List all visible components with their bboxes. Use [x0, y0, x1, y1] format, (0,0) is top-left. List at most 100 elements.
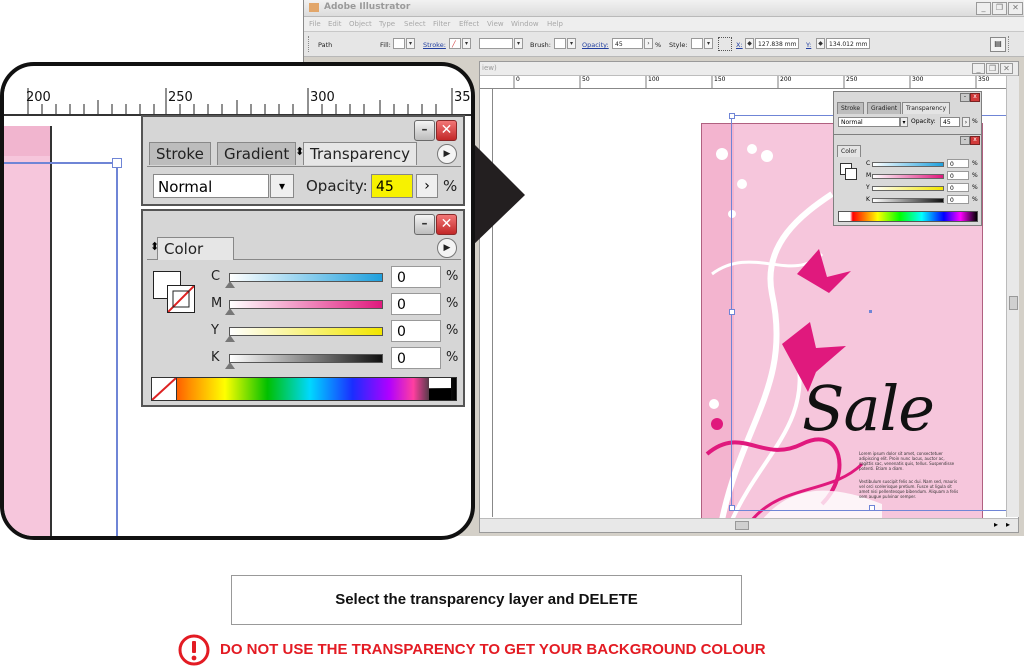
- x-label[interactable]: X:: [736, 41, 743, 49]
- menu-filter[interactable]: Filter: [433, 20, 450, 28]
- mini-cyan-input[interactable]: 0: [947, 159, 969, 168]
- style-dropdown[interactable]: ▾: [704, 38, 713, 49]
- mini-tab-gradient[interactable]: Gradient: [867, 102, 902, 114]
- opacity-stepper[interactable]: ›: [416, 174, 438, 198]
- stroke-swatch[interactable]: ╱: [449, 38, 461, 49]
- brush-dropdown[interactable]: ▾: [567, 38, 576, 49]
- mini-magenta-input[interactable]: 0: [947, 171, 969, 180]
- magenta-input[interactable]: 0: [391, 293, 441, 315]
- opacity-label[interactable]: Opacity:: [582, 41, 609, 49]
- reference-point-icon[interactable]: [718, 37, 732, 51]
- mini-tab-transparency[interactable]: Transparency: [902, 102, 951, 114]
- panel-menu-icon[interactable]: ▶: [437, 238, 457, 258]
- doc-close-button[interactable]: ✕: [1000, 63, 1013, 74]
- menu-window[interactable]: Window: [511, 20, 539, 28]
- menu-edit[interactable]: Edit: [328, 20, 342, 28]
- mini-blend-mode-dropdown[interactable]: ▾: [900, 117, 908, 127]
- vertical-scroll-thumb[interactable]: [1009, 296, 1018, 310]
- menu-view[interactable]: View: [487, 20, 504, 28]
- cyan-slider[interactable]: [229, 273, 383, 282]
- menu-help[interactable]: Help: [547, 20, 563, 28]
- y-label[interactable]: Y:: [806, 41, 811, 49]
- black-input[interactable]: 0: [391, 347, 441, 369]
- tab-gradient[interactable]: Gradient: [217, 142, 297, 165]
- mini-channel-unit: %: [972, 172, 978, 179]
- x-stepper[interactable]: ◆: [745, 38, 754, 49]
- panel-close-button[interactable]: ✕: [436, 120, 457, 141]
- stroke-weight-dropdown[interactable]: ▾: [514, 38, 523, 49]
- brush-field[interactable]: [554, 38, 566, 49]
- mini-color-spectrum[interactable]: [838, 211, 978, 222]
- magenta-slider[interactable]: [229, 300, 383, 309]
- cyan-input[interactable]: 0: [391, 266, 441, 288]
- control-bar-menu-icon[interactable]: ▤: [990, 37, 1006, 52]
- panel-minimize-button[interactable]: –: [414, 214, 435, 235]
- menu-effect[interactable]: Effect: [459, 20, 479, 28]
- zoomed-selection-handle[interactable]: [112, 158, 122, 168]
- minimize-window-button[interactable]: _: [976, 2, 991, 15]
- mini-panel-minimize-button[interactable]: -: [960, 136, 970, 145]
- stroke-dropdown[interactable]: ▾: [462, 38, 471, 49]
- doc-restore-button[interactable]: ❐: [986, 63, 999, 74]
- tab-color[interactable]: Color: [157, 237, 235, 260]
- mini-yellow-input[interactable]: 0: [947, 183, 969, 192]
- black-swatch[interactable]: [429, 389, 451, 400]
- opacity-input[interactable]: 45: [612, 38, 643, 49]
- opacity-stepper[interactable]: ›: [644, 38, 653, 49]
- opacity-input[interactable]: 45: [371, 174, 413, 198]
- tab-stroke[interactable]: Stroke: [149, 142, 211, 165]
- selection-handle[interactable]: [729, 309, 735, 315]
- mini-black-input[interactable]: 0: [947, 195, 969, 204]
- selection-handle[interactable]: [729, 113, 735, 119]
- restore-window-button[interactable]: ❐: [992, 2, 1007, 15]
- menu-object[interactable]: Object: [349, 20, 372, 28]
- mini-cyan-slider[interactable]: [872, 162, 944, 167]
- doc-minimize-button[interactable]: _: [972, 63, 985, 74]
- tab-transparency[interactable]: Transparency: [303, 142, 418, 165]
- mini-magenta-slider[interactable]: [872, 174, 944, 179]
- menu-select[interactable]: Select: [404, 20, 426, 28]
- scroll-right-icon[interactable]: ▸: [994, 520, 998, 529]
- black-slider-handle[interactable]: [225, 362, 235, 369]
- yellow-slider[interactable]: [229, 327, 383, 336]
- mini-tab-stroke[interactable]: Stroke: [837, 102, 865, 114]
- cyan-slider-handle[interactable]: [225, 281, 235, 288]
- mini-yellow-slider[interactable]: [872, 186, 944, 191]
- y-input[interactable]: 134.012 mm: [826, 38, 870, 49]
- panel-menu-icon[interactable]: ▶: [437, 144, 457, 164]
- scroll-right-end-icon[interactable]: ▸: [1006, 520, 1010, 529]
- menu-file[interactable]: File: [309, 20, 321, 28]
- mini-opacity-input[interactable]: 45: [940, 117, 960, 127]
- style-swatch[interactable]: [691, 38, 703, 49]
- mini-opacity-stepper[interactable]: ›: [962, 117, 970, 127]
- color-spectrum[interactable]: [151, 377, 457, 401]
- panel-minimize-button[interactable]: –: [414, 120, 435, 141]
- mini-tab-color[interactable]: Color: [837, 145, 861, 157]
- blend-mode-dropdown[interactable]: ▾: [270, 174, 294, 198]
- black-slider[interactable]: [229, 354, 383, 363]
- white-swatch[interactable]: [429, 378, 451, 388]
- stroke-swatch[interactable]: [167, 285, 195, 313]
- mini-panel-close-button[interactable]: x: [970, 136, 980, 145]
- yellow-slider-handle[interactable]: [225, 335, 235, 342]
- stroke-weight-field[interactable]: [479, 38, 513, 49]
- none-swatch[interactable]: [151, 377, 177, 401]
- selection-handle[interactable]: [869, 505, 875, 511]
- vertical-scrollbar[interactable]: [1006, 76, 1019, 517]
- horizontal-scrollbar[interactable]: ▸ ▸: [480, 518, 1018, 532]
- menu-type[interactable]: Type: [379, 20, 395, 28]
- blend-mode-select[interactable]: Normal: [153, 174, 269, 198]
- mini-black-slider[interactable]: [872, 198, 944, 203]
- y-stepper[interactable]: ◆: [816, 38, 825, 49]
- selection-handle[interactable]: [729, 505, 735, 511]
- fill-dropdown[interactable]: ▾: [406, 38, 415, 49]
- stroke-label[interactable]: Stroke:: [423, 41, 446, 49]
- fill-swatch[interactable]: [393, 38, 405, 49]
- panel-close-button[interactable]: ✕: [436, 214, 457, 235]
- close-window-button[interactable]: ✕: [1008, 2, 1023, 15]
- horizontal-scroll-thumb[interactable]: [735, 521, 749, 530]
- yellow-input[interactable]: 0: [391, 320, 441, 342]
- x-input[interactable]: 127.838 mm: [755, 38, 799, 49]
- mini-blend-mode-select[interactable]: Normal: [838, 117, 900, 127]
- magenta-slider-handle[interactable]: [225, 308, 235, 315]
